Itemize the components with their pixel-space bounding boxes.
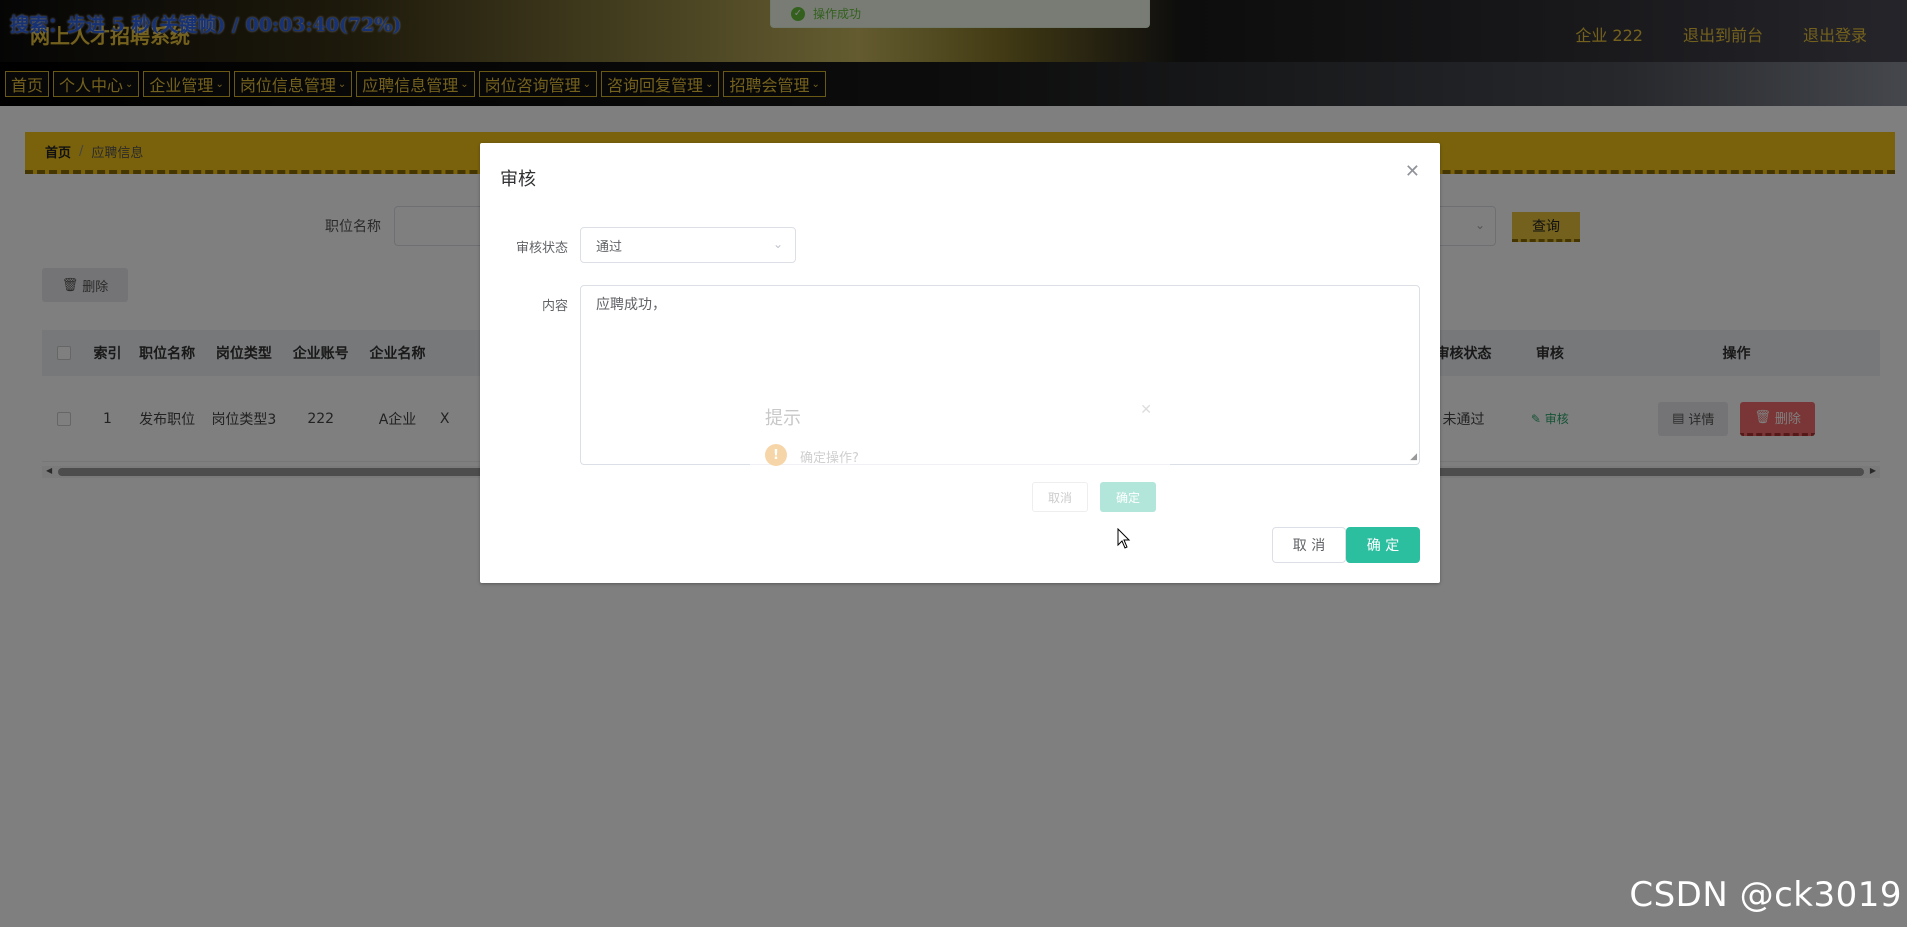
confirm-cancel-button[interactable]: 取消: [1032, 482, 1088, 512]
confirm-title: 提示: [765, 408, 801, 429]
confirm-ok-button[interactable]: 确定: [1100, 482, 1156, 512]
audit-status-select[interactable]: 通过 ⌄: [580, 227, 796, 263]
confirm-message-box: 提示 ✕ ! 确定操作? 取消 确定: [750, 390, 1170, 526]
audit-status-label: 审核状态: [515, 241, 568, 256]
content-label: 内容: [541, 299, 568, 314]
dialog-cancel-button[interactable]: 取 消: [1272, 527, 1346, 563]
content-value: 应聘成功，: [596, 297, 666, 313]
warning-icon: !: [765, 444, 787, 466]
chevron-down-icon: ⌄: [772, 237, 783, 251]
mouse-cursor-icon: [1117, 528, 1131, 549]
close-icon[interactable]: ✕: [1140, 402, 1152, 418]
confirm-message: 确定操作?: [800, 451, 859, 466]
dialog-ok-button[interactable]: 确 定: [1346, 527, 1420, 563]
close-icon[interactable]: ✕: [1405, 161, 1420, 182]
audit-status-value: 通过: [596, 239, 623, 255]
resize-handle-icon[interactable]: ◢: [1410, 452, 1417, 462]
dialog-title: 审核: [500, 169, 536, 190]
watermark: CSDN @ck3019: [1629, 875, 1902, 915]
